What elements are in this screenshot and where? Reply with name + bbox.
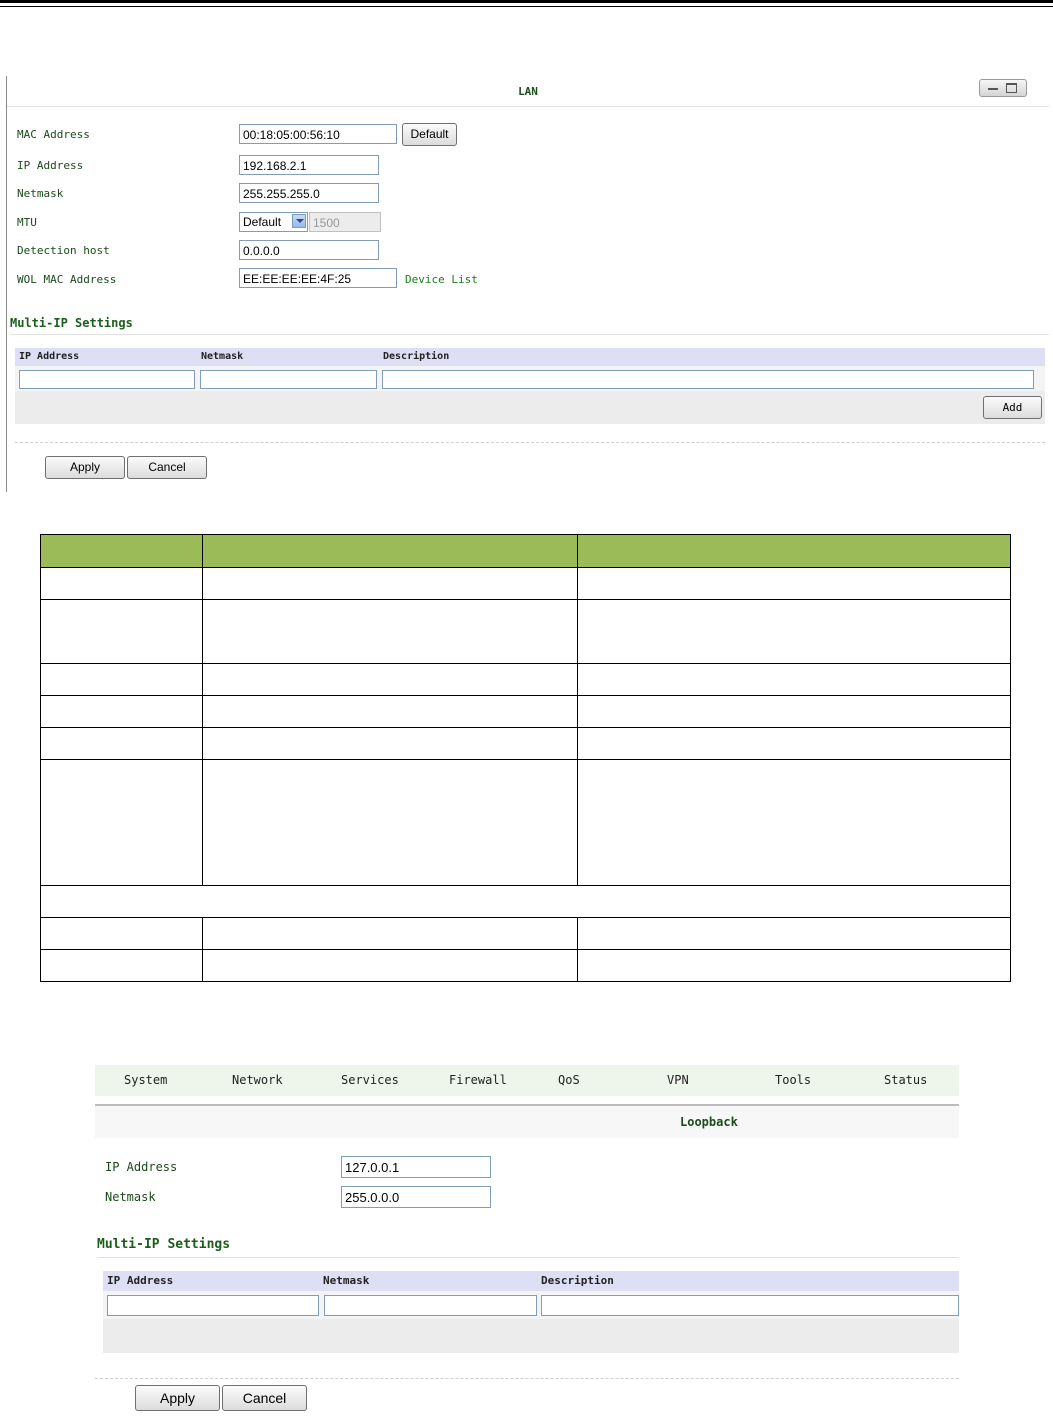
wol-mac-input[interactable]: EE:EE:EE:EE:4F:25 bbox=[239, 268, 397, 288]
chevron-down-icon[interactable] bbox=[292, 214, 306, 228]
loopback-multi-netmask-input[interactable] bbox=[324, 1295, 537, 1316]
loopback-multi-ip-input[interactable] bbox=[107, 1295, 319, 1316]
grid-header-description: Description bbox=[383, 351, 450, 362]
minimize-icon[interactable] bbox=[988, 88, 998, 90]
table-row bbox=[40, 759, 1011, 886]
multi-ip-address-input[interactable] bbox=[19, 370, 195, 389]
add-button[interactable]: Add bbox=[983, 396, 1042, 419]
loopback-grid-header-ip: IP Address bbox=[107, 1274, 174, 1287]
grid-header-netmask: Netmask bbox=[201, 351, 244, 362]
netmask-input[interactable]: 255.255.255.0 bbox=[239, 183, 379, 203]
detection-host-input[interactable]: 0.0.0.0 bbox=[239, 240, 379, 260]
table-row bbox=[40, 917, 1011, 950]
loopback-apply-button[interactable]: Apply bbox=[135, 1385, 220, 1411]
menu-firewall[interactable]: Firewall bbox=[449, 1073, 507, 1087]
menu-network[interactable]: Network bbox=[232, 1073, 283, 1087]
table-section-row bbox=[40, 885, 1011, 918]
multi-ip-netmask-input[interactable] bbox=[200, 370, 377, 389]
loopback-netmask-label: Netmask bbox=[105, 1190, 156, 1204]
loopback-titlebar bbox=[95, 1106, 959, 1138]
mtu-value-input: 1500 bbox=[309, 212, 381, 232]
menu-system[interactable]: System bbox=[124, 1073, 167, 1087]
ip-address-label: IP Address bbox=[17, 159, 84, 172]
multi-ip-description-input[interactable] bbox=[382, 370, 1034, 389]
table-header-cell bbox=[577, 534, 1011, 568]
table-row bbox=[40, 949, 1011, 982]
loopback-multi-ip-title: Multi-IP Settings bbox=[97, 1237, 231, 1252]
mtu-label: MTU bbox=[17, 216, 37, 229]
page-header-rule bbox=[0, 0, 1053, 3]
maximize-icon[interactable] bbox=[1006, 83, 1017, 93]
loopback-dashed-separator bbox=[95, 1378, 959, 1379]
table-row bbox=[40, 695, 1011, 728]
menu-services[interactable]: Services bbox=[341, 1073, 399, 1087]
wol-mac-label: WOL MAC Address bbox=[17, 273, 117, 286]
loopback-section-divider bbox=[97, 1257, 959, 1258]
mtu-select[interactable]: Default bbox=[239, 212, 308, 232]
loopback-netmask-input[interactable]: 255.0.0.0 bbox=[341, 1186, 491, 1208]
device-list-link[interactable]: Device List bbox=[405, 273, 478, 286]
ip-address-input[interactable]: 192.168.2.1 bbox=[239, 155, 379, 175]
menu-tools[interactable]: Tools bbox=[775, 1073, 811, 1087]
window-controls[interactable] bbox=[979, 79, 1027, 97]
menu-status[interactable]: Status bbox=[884, 1073, 927, 1087]
mac-address-label: MAC Address bbox=[17, 128, 90, 141]
mac-address-input[interactable]: 00:18:05:00:56:10 bbox=[239, 124, 397, 144]
netmask-label: Netmask bbox=[17, 187, 64, 200]
lan-panel: LAN MAC Address 00:18:05:00:56:10 Defaul… bbox=[6, 76, 1049, 492]
page-header-rule-thin bbox=[0, 6, 1053, 7]
apply-button[interactable]: Apply bbox=[45, 456, 125, 479]
mtu-select-value: Default bbox=[243, 215, 282, 229]
loopback-ip-label: IP Address bbox=[105, 1160, 178, 1174]
table-header-row bbox=[40, 534, 1011, 568]
table-header-cell bbox=[201, 534, 579, 568]
grid-header-ip: IP Address bbox=[19, 351, 80, 362]
loopback-grid-header-description: Description bbox=[541, 1274, 614, 1287]
multi-ip-grid-header: IP Address Netmask Description bbox=[15, 348, 1045, 366]
loopback-ip-input[interactable]: 127.0.0.1 bbox=[341, 1156, 491, 1178]
top-menu-bar: System Network Services Firewall QoS VPN… bbox=[95, 1065, 959, 1096]
cancel-button[interactable]: Cancel bbox=[127, 456, 207, 479]
menu-vpn[interactable]: VPN bbox=[667, 1073, 689, 1087]
table-header-cell bbox=[40, 534, 203, 568]
mac-default-button[interactable]: Default bbox=[402, 123, 457, 146]
loopback-grid-header-netmask: Netmask bbox=[323, 1274, 370, 1287]
lan-title: LAN bbox=[518, 85, 538, 98]
loopback-grid-header: IP Address Netmask Description bbox=[103, 1271, 959, 1291]
multi-ip-title: Multi-IP Settings bbox=[10, 316, 133, 330]
description-table bbox=[40, 534, 1011, 982]
detection-host-label: Detection host bbox=[17, 244, 110, 257]
dashed-separator bbox=[15, 442, 1045, 443]
section-divider bbox=[10, 334, 1049, 335]
table-row bbox=[40, 599, 1011, 664]
menu-qos[interactable]: QoS bbox=[558, 1073, 580, 1087]
loopback-multi-description-input[interactable] bbox=[541, 1295, 959, 1316]
table-row bbox=[40, 663, 1011, 696]
lan-titlebar: LAN bbox=[7, 76, 1049, 107]
loopback-cancel-button[interactable]: Cancel bbox=[222, 1385, 307, 1411]
table-row bbox=[40, 567, 1011, 600]
table-row bbox=[40, 727, 1011, 760]
loopback-title: Loopback bbox=[680, 1115, 738, 1129]
